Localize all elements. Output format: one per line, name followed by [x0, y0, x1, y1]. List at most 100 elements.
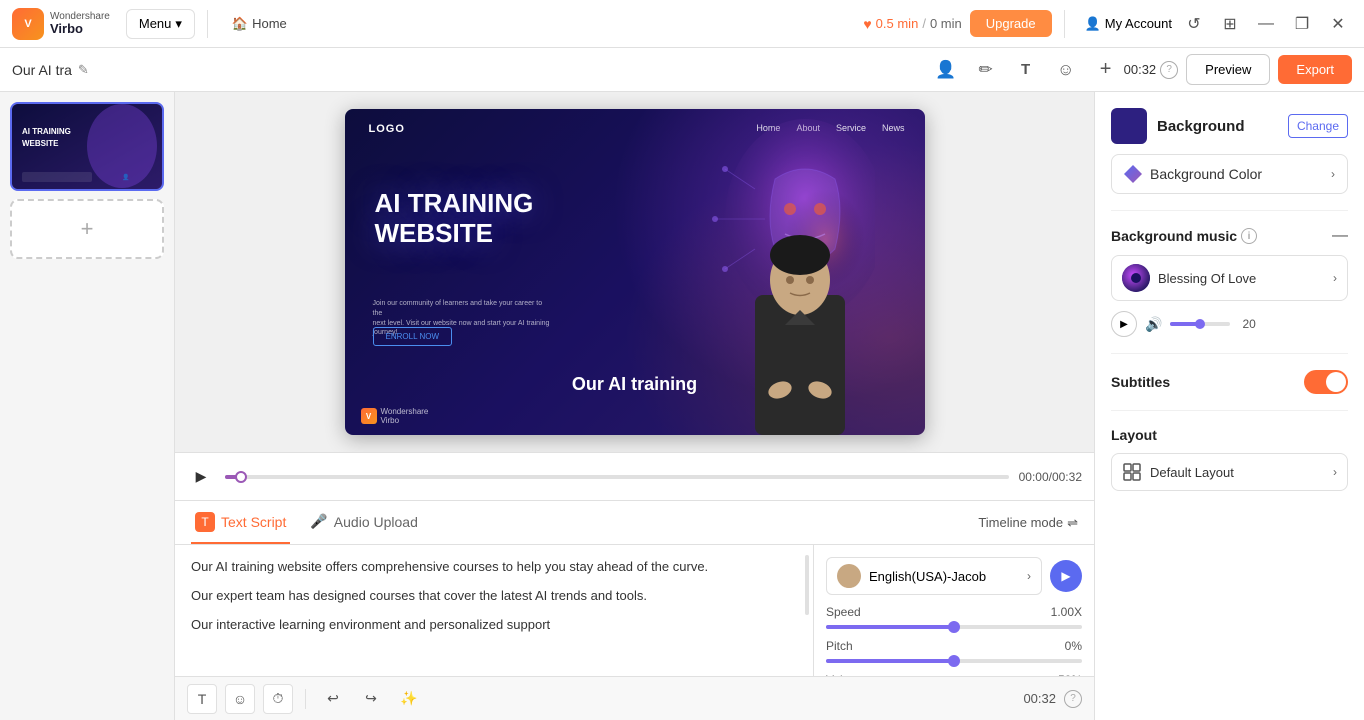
- speed-slider[interactable]: [826, 625, 1082, 629]
- slides-panel: 1 AI TRAINING WEBSITE 👤: [0, 92, 175, 720]
- pitch-slider[interactable]: [826, 659, 1082, 663]
- avatar-tool[interactable]: 👤: [928, 52, 964, 88]
- music-name: Blessing Of Love: [1158, 271, 1325, 286]
- layout-button[interactable]: ⊞: [1216, 10, 1244, 38]
- menu-button[interactable]: Menu ▾: [126, 9, 195, 39]
- music-volume-value: 20: [1242, 317, 1255, 331]
- preview-button[interactable]: Preview: [1186, 54, 1270, 85]
- credits-remaining: 0 min: [930, 16, 962, 31]
- canvas-title-line1: AI TRAININGWEBSITE: [375, 189, 534, 249]
- progress-bar[interactable]: [225, 475, 1009, 479]
- subtitles-label: Subtitles: [1111, 374, 1170, 390]
- edit-project-icon[interactable]: ✎: [78, 62, 89, 78]
- script-help-icon[interactable]: ?: [1064, 690, 1082, 708]
- insert-pause-button[interactable]: ⏱: [263, 684, 293, 714]
- music-selector[interactable]: Blessing Of Love ›: [1111, 255, 1348, 301]
- music-play-button[interactable]: ▶: [1111, 311, 1137, 337]
- canvas-wrapper: LOGO Home About Service News: [175, 92, 1094, 452]
- maximize-button[interactable]: ❐: [1288, 10, 1316, 38]
- timeline-mode-label: Timeline mode: [978, 515, 1063, 530]
- slide-1[interactable]: 1 AI TRAINING WEBSITE 👤: [10, 102, 164, 191]
- music-volume-slider[interactable]: [1170, 322, 1230, 326]
- music-label: Background music: [1111, 228, 1237, 244]
- person-figure: [735, 205, 865, 435]
- add-tool[interactable]: +: [1088, 52, 1124, 88]
- close-button[interactable]: ✕: [1324, 10, 1352, 38]
- duration-value: 00:32: [1124, 62, 1157, 77]
- insert-text-button[interactable]: T: [187, 684, 217, 714]
- subtitles-toggle[interactable]: [1304, 370, 1348, 394]
- play-voice-button[interactable]: ▶: [1050, 560, 1082, 592]
- insert-emoji-button[interactable]: ☺: [225, 684, 255, 714]
- canvas-watermark: V WondershareVirbo: [361, 407, 429, 425]
- logo-icon: V: [12, 8, 44, 40]
- add-slide-button[interactable]: +: [10, 199, 164, 259]
- speed-value: 1.00X: [1051, 605, 1082, 619]
- progress-thumb: [235, 471, 247, 483]
- toolbar-divider: [305, 689, 306, 709]
- magic-button[interactable]: ✨: [394, 684, 424, 714]
- upgrade-button[interactable]: Upgrade: [970, 10, 1052, 37]
- canvas-logo: LOGO: [369, 123, 405, 135]
- play-icon: ▶: [196, 468, 207, 485]
- script-scrollbar[interactable]: [805, 555, 809, 615]
- minimize-button[interactable]: —: [1252, 10, 1280, 38]
- music-art: [1122, 264, 1150, 292]
- menu-chevron-icon: ▾: [175, 16, 182, 32]
- credits-used: 0.5 min: [876, 16, 919, 31]
- emoji-tool[interactable]: ☺: [1048, 52, 1084, 88]
- timeline-mode-button[interactable]: Timeline mode ⇌: [978, 515, 1078, 531]
- pitch-row: Pitch 0%: [826, 639, 1082, 653]
- svg-text:WEBSITE: WEBSITE: [22, 139, 59, 148]
- toggle-knob: [1326, 372, 1346, 392]
- layout-name: Default Layout: [1150, 465, 1325, 480]
- redo-button[interactable]: ↪: [356, 684, 386, 714]
- export-button[interactable]: Export: [1278, 55, 1352, 84]
- nav-news: News: [882, 123, 905, 133]
- bottom-content: Our AI training website offers comprehen…: [175, 545, 1094, 676]
- script-line-3: Our interactive learning environment and…: [191, 615, 797, 636]
- project-name: Our AI tra ✎: [12, 62, 89, 78]
- script-area[interactable]: Our AI training website offers comprehen…: [175, 545, 814, 676]
- undo-button[interactable]: ↩: [318, 684, 348, 714]
- music-collapse-icon[interactable]: —: [1332, 227, 1348, 245]
- background-section: Background Change Background Color ›: [1111, 108, 1348, 194]
- voice-name: English(USA)-Jacob: [869, 569, 1019, 584]
- play-button[interactable]: ▶: [187, 463, 215, 491]
- pitch-section: Pitch 0%: [826, 639, 1082, 663]
- text-tool[interactable]: T: [1008, 52, 1044, 88]
- svg-text:👤: 👤: [122, 173, 129, 181]
- vol-thumb: [1195, 319, 1205, 329]
- background-color-icon: [1124, 165, 1142, 183]
- logo: V Wondershare Virbo: [12, 8, 110, 40]
- menu-label: Menu: [139, 16, 172, 31]
- music-expand-icon: ›: [1333, 271, 1337, 285]
- background-color-row[interactable]: Background Color ›: [1111, 154, 1348, 194]
- brush-tool[interactable]: ✏: [968, 52, 1004, 88]
- audio-upload-tab-label: Audio Upload: [334, 514, 418, 530]
- pitch-fill: [826, 659, 954, 663]
- account-button[interactable]: 👤 My Account: [1085, 16, 1172, 32]
- layout-selector[interactable]: Default Layout ›: [1111, 453, 1348, 491]
- pitch-thumb: [948, 655, 960, 667]
- home-button[interactable]: 🏠 Home: [220, 10, 299, 38]
- change-background-button[interactable]: Change: [1288, 114, 1348, 138]
- music-header: Background music i —: [1111, 227, 1348, 245]
- bottom-panel: T Text Script 🎤 Audio Upload Timeline mo…: [175, 500, 1094, 720]
- music-info-icon[interactable]: i: [1241, 228, 1257, 244]
- duration-display: 00:32 ?: [1124, 61, 1179, 79]
- voice-selector[interactable]: English(USA)-Jacob ›: [826, 557, 1042, 595]
- section-divider-1: [1111, 210, 1348, 211]
- canvas[interactable]: LOGO Home About Service News: [345, 109, 925, 435]
- tab-text-script[interactable]: T Text Script: [191, 502, 290, 544]
- subtitles-section: Subtitles: [1111, 370, 1348, 394]
- help-icon[interactable]: ?: [1160, 61, 1178, 79]
- main-content: 1 AI TRAINING WEBSITE 👤: [0, 92, 1364, 720]
- secondary-toolbar: Our AI tra ✎ 👤 ✏ T ☺ + 00:32 ? Preview E…: [0, 48, 1364, 92]
- tab-audio-upload[interactable]: 🎤 Audio Upload: [306, 503, 422, 542]
- history-button[interactable]: ↺: [1180, 10, 1208, 38]
- pitch-value: 0%: [1065, 639, 1082, 653]
- background-color-chevron-icon: ›: [1331, 167, 1335, 181]
- speed-row: Speed 1.00X: [826, 605, 1082, 619]
- playback-bar: ▶ 00:00/00:32: [175, 452, 1094, 500]
